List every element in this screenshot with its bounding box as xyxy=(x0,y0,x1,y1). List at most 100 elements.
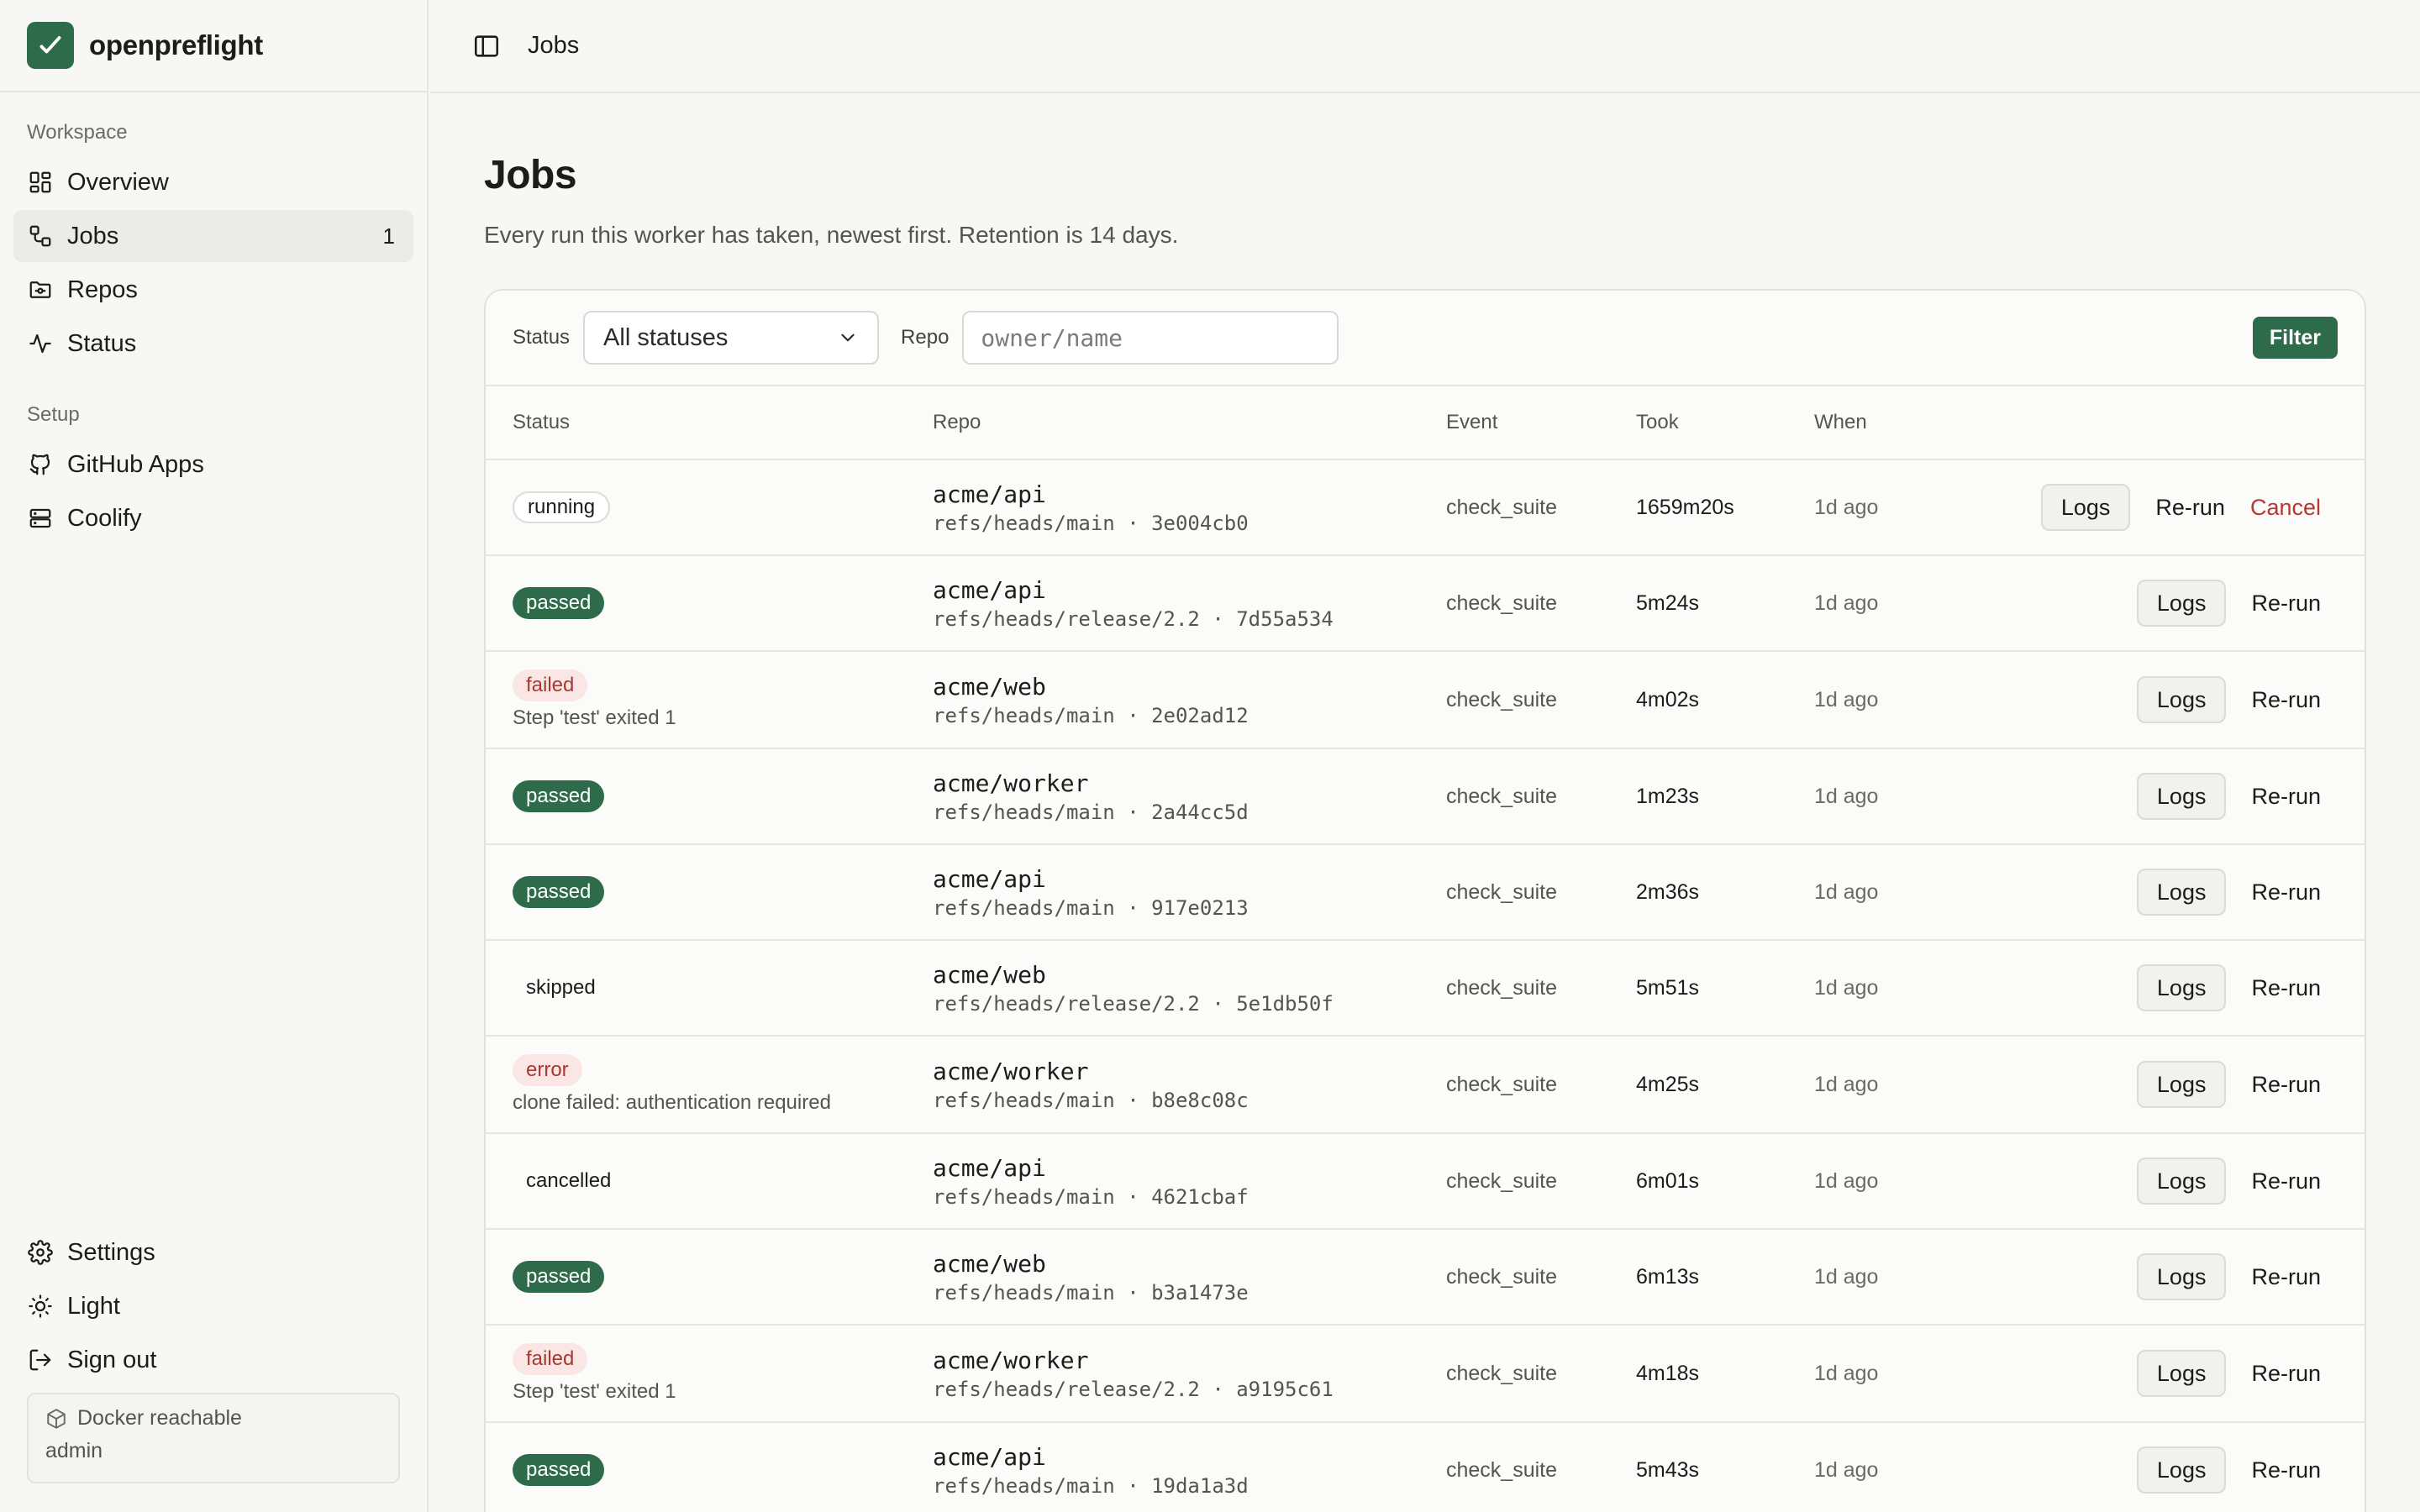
sidebar-item-label: Overview xyxy=(67,168,169,196)
server-icon xyxy=(27,505,54,532)
table-row: failed Step 'test' exited 1 acme/worker ref… xyxy=(486,1326,2365,1423)
logs-button[interactable]: Logs xyxy=(2136,964,2227,1011)
column-header-when: When xyxy=(1814,411,1867,433)
repo-ref: refs/heads/release/2.2 · 5e1db50f xyxy=(933,991,1334,1016)
sign-out-button[interactable]: Sign out xyxy=(13,1334,413,1386)
repo-ref: refs/heads/release/2.2 · a9195c61 xyxy=(933,1377,1334,1401)
table-row: skipped acme/web refs/heads/release/2.2 · … xyxy=(486,941,2365,1037)
repo-name[interactable]: acme/api xyxy=(933,1443,1446,1471)
rerun-button[interactable]: Re-run xyxy=(2251,591,2321,617)
repo-name[interactable]: acme/api xyxy=(933,576,1446,604)
when-cell: 1d ago xyxy=(1814,1361,1879,1385)
actions-cell: Logs Re-run xyxy=(1991,1253,2365,1300)
repo-cell: acme/worker refs/heads/main · 2a44cc5d xyxy=(933,769,1446,824)
logs-button[interactable]: Logs xyxy=(2136,1350,2227,1397)
status-badge: error xyxy=(513,1054,582,1086)
rerun-button[interactable]: Re-run xyxy=(2251,687,2321,713)
rerun-button[interactable]: Re-run xyxy=(2251,1072,2321,1098)
took-cell: 4m25s xyxy=(1636,1072,1700,1096)
repo-name[interactable]: acme/web xyxy=(933,961,1446,989)
actions-cell: Logs Re-run Cancel xyxy=(1991,484,2365,531)
repo-ref: refs/heads/main · 4621cbaf xyxy=(933,1184,1249,1209)
sidebar-footer: Settings Light Sign out Docker reachable… xyxy=(0,1226,427,1483)
event-cell: check_suite xyxy=(1446,1072,1558,1096)
filter-button[interactable]: Filter xyxy=(2252,317,2338,359)
rerun-button[interactable]: Re-run xyxy=(2251,1264,2321,1290)
logs-button[interactable]: Logs xyxy=(2136,1158,2227,1205)
event-cell: check_suite xyxy=(1446,1264,1558,1289)
repo-name[interactable]: acme/api xyxy=(933,1154,1446,1182)
sidebar-item-label: GitHub Apps xyxy=(67,450,204,478)
rerun-button[interactable]: Re-run xyxy=(2251,975,2321,1001)
workspace-heading: Workspace xyxy=(27,121,128,144)
sidebar-item-status[interactable]: Status xyxy=(13,318,413,370)
column-header-repo: Repo xyxy=(933,411,981,433)
status-note: clone failed: authentication required xyxy=(513,1091,831,1114)
sidebar-item-github-apps[interactable]: GitHub Apps xyxy=(13,438,413,491)
status-badge: passed xyxy=(513,876,605,908)
rerun-button[interactable]: Re-run xyxy=(2251,1361,2321,1387)
logs-button[interactable]: Logs xyxy=(2136,580,2227,627)
logs-button[interactable]: Logs xyxy=(2136,1253,2227,1300)
logs-button[interactable]: Logs xyxy=(2136,869,2227,916)
sidebar-item-repos[interactable]: Repos xyxy=(13,264,413,316)
status-cell: passed xyxy=(486,876,933,908)
logs-button[interactable]: Logs xyxy=(2136,773,2227,820)
actions-cell: Logs Re-run xyxy=(1991,773,2365,820)
table-row: passed acme/api refs/heads/release/2.2 · 7… xyxy=(486,556,2365,652)
table-row: failed Step 'test' exited 1 acme/web refs/h… xyxy=(486,652,2365,749)
logs-button[interactable]: Logs xyxy=(2136,1061,2227,1108)
brand[interactable]: openpreflight xyxy=(0,0,427,92)
took-cell: 4m18s xyxy=(1636,1361,1700,1385)
chevron-down-icon xyxy=(837,327,859,349)
when-cell: 1d ago xyxy=(1814,879,1879,904)
took-cell: 1659m20s xyxy=(1636,495,1734,519)
repo-filter-input[interactable] xyxy=(962,311,1339,365)
rerun-button[interactable]: Re-run xyxy=(2155,495,2225,521)
rerun-button[interactable]: Re-run xyxy=(2251,1168,2321,1194)
sidebar-item-coolify[interactable]: Coolify xyxy=(13,492,413,544)
repo-ref: refs/heads/release/2.2 · 7d55a534 xyxy=(933,606,1334,631)
repo-ref: refs/heads/main · b8e8c08c xyxy=(933,1088,1249,1112)
when-cell: 1d ago xyxy=(1814,1072,1879,1096)
repo-cell: acme/api refs/heads/release/2.2 · 7d55a53… xyxy=(933,576,1446,631)
logs-button[interactable]: Logs xyxy=(2136,676,2227,723)
repo-name[interactable]: acme/worker xyxy=(933,1058,1446,1085)
repo-ref: refs/heads/main · 917e0213 xyxy=(933,895,1249,920)
sidebar-item-overview[interactable]: Overview xyxy=(13,156,413,208)
repo-name[interactable]: acme/web xyxy=(933,673,1446,701)
sun-icon xyxy=(27,1293,54,1320)
rerun-button[interactable]: Re-run xyxy=(2251,784,2321,810)
sidebar-item-settings[interactable]: Settings xyxy=(13,1226,413,1278)
theme-toggle[interactable]: Light xyxy=(13,1280,413,1332)
event-cell: check_suite xyxy=(1446,1457,1558,1482)
when-cell: 1d ago xyxy=(1814,1264,1879,1289)
status-cell: running xyxy=(486,491,933,523)
cancel-button[interactable]: Cancel xyxy=(2250,495,2321,521)
sidebar-toggle-icon[interactable] xyxy=(472,32,501,60)
repo-ref: refs/heads/main · b3a1473e xyxy=(933,1280,1249,1305)
repo-name[interactable]: acme/web xyxy=(933,1250,1446,1278)
sidebar-item-jobs[interactable]: Jobs 1 xyxy=(13,210,413,262)
status-cell: passed xyxy=(486,587,933,619)
repo-name[interactable]: acme/worker xyxy=(933,769,1446,797)
filter-bar: Status All statuses Repo Filter xyxy=(486,291,2365,386)
logs-button[interactable]: Logs xyxy=(2136,1446,2227,1494)
cube-icon xyxy=(45,1408,67,1430)
logout-icon xyxy=(27,1347,54,1373)
main-content: Jobs Every run this worker has taken, ne… xyxy=(484,93,2366,1512)
repo-name[interactable]: acme/api xyxy=(933,480,1446,508)
when-cell: 1d ago xyxy=(1814,687,1879,711)
rerun-button[interactable]: Re-run xyxy=(2251,879,2321,906)
took-cell: 1m23s xyxy=(1636,784,1700,808)
repo-cell: acme/api refs/heads/main · 917e0213 xyxy=(933,865,1446,920)
repo-name[interactable]: acme/api xyxy=(933,865,1446,893)
event-cell: check_suite xyxy=(1446,1168,1558,1193)
repo-name[interactable]: acme/worker xyxy=(933,1347,1446,1374)
event-cell: check_suite xyxy=(1446,879,1558,904)
took-cell: 5m43s xyxy=(1636,1457,1700,1482)
event-cell: check_suite xyxy=(1446,975,1558,1000)
rerun-button[interactable]: Re-run xyxy=(2251,1457,2321,1483)
status-select[interactable]: All statuses xyxy=(583,311,880,365)
logs-button[interactable]: Logs xyxy=(2040,484,2131,531)
